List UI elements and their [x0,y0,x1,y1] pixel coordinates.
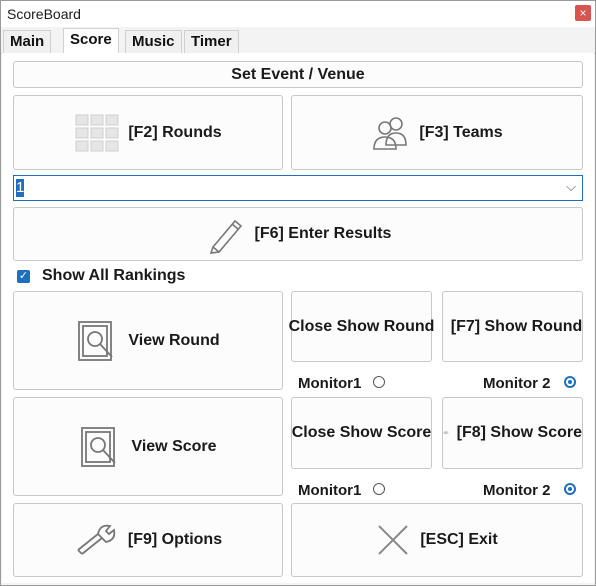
show-round-label: [F7] Show Round [450,317,583,335]
eye-icon [443,431,449,435]
round-monitor1-label: Monitor1 [298,375,362,392]
tab-strip: Main Score Music Timer [1,28,595,55]
enter-results-button[interactable]: [F6] Enter Results [13,207,583,261]
score-monitor1-radio[interactable] [373,483,385,495]
set-event-venue-button[interactable]: Set Event / Venue [13,61,583,88]
people-icon [373,116,408,150]
chevron-down-icon[interactable]: ⌵ [566,179,576,195]
score-monitor1-label: Monitor1 [298,482,362,499]
view-score-button[interactable]: View Score [13,397,283,496]
score-monitor2-label: Monitor 2 [483,482,551,499]
x-icon [378,525,409,555]
tab-music[interactable]: Music [125,30,182,53]
title-bar: ScoreBoard × [1,1,595,27]
close-show-round-label: Close Show Round [288,317,435,335]
rounds-button[interactable]: [F2] Rounds [13,95,283,170]
round-monitor2-label: Monitor 2 [483,375,551,392]
teams-button[interactable]: [F3] Teams [291,95,583,170]
close-show-score-button[interactable]: Close Show Score [291,397,432,469]
pencil-icon [209,219,242,254]
rounds-label: [F2] Rounds [128,123,222,141]
window-title: ScoreBoard [7,6,81,22]
checkbox-check-icon[interactable]: ✓ [17,269,30,283]
score-panel: Set Event / Venue [F2] Rounds [F3] Teams… [2,53,594,583]
round-select[interactable]: 1 ⌵ [13,175,583,201]
exit-label: [ESC] Exit [420,531,498,548]
scoreboard-window: ScoreBoard × Main Score Music Timer Set … [0,0,596,586]
show-round-button[interactable]: [F7] Show Round [442,291,583,362]
show-score-label: [F8] Show Score [456,424,582,441]
view-score-label: View Score [131,437,217,455]
close-show-score-label: Close Show Score [291,424,432,441]
exit-button[interactable]: [ESC] Exit [291,503,583,577]
grid-icon [75,114,119,151]
tab-score[interactable]: Score [63,28,119,55]
magnifier-icon [78,320,114,361]
round-select-value: 1 [16,179,25,197]
options-label: [F9] Options [127,531,223,548]
round-monitor1-radio[interactable] [373,376,385,388]
magnifier-icon [81,426,117,467]
teams-label: [F3] Teams [419,123,503,141]
show-all-rankings-label: Show All Rankings [42,267,186,284]
round-monitor2-radio[interactable] [564,376,576,388]
show-all-rankings-checkbox[interactable]: ✓ Show All Rankings [17,266,185,286]
set-event-venue-label: Set Event / Venue [231,65,365,83]
close-window-button[interactable]: × [575,5,591,21]
show-score-button[interactable]: [F8] Show Score [442,397,583,469]
enter-results-label: [F6] Enter Results [254,225,392,242]
close-show-round-button[interactable]: Close Show Round [288,291,435,362]
wrench-icon [77,524,116,555]
score-monitor2-radio[interactable] [564,483,576,495]
options-button[interactable]: [F9] Options [13,503,283,577]
tab-timer[interactable]: Timer [184,30,239,53]
tab-main[interactable]: Main [3,30,52,53]
view-round-button[interactable]: View Round [13,291,283,390]
view-round-label: View Round [128,331,220,349]
